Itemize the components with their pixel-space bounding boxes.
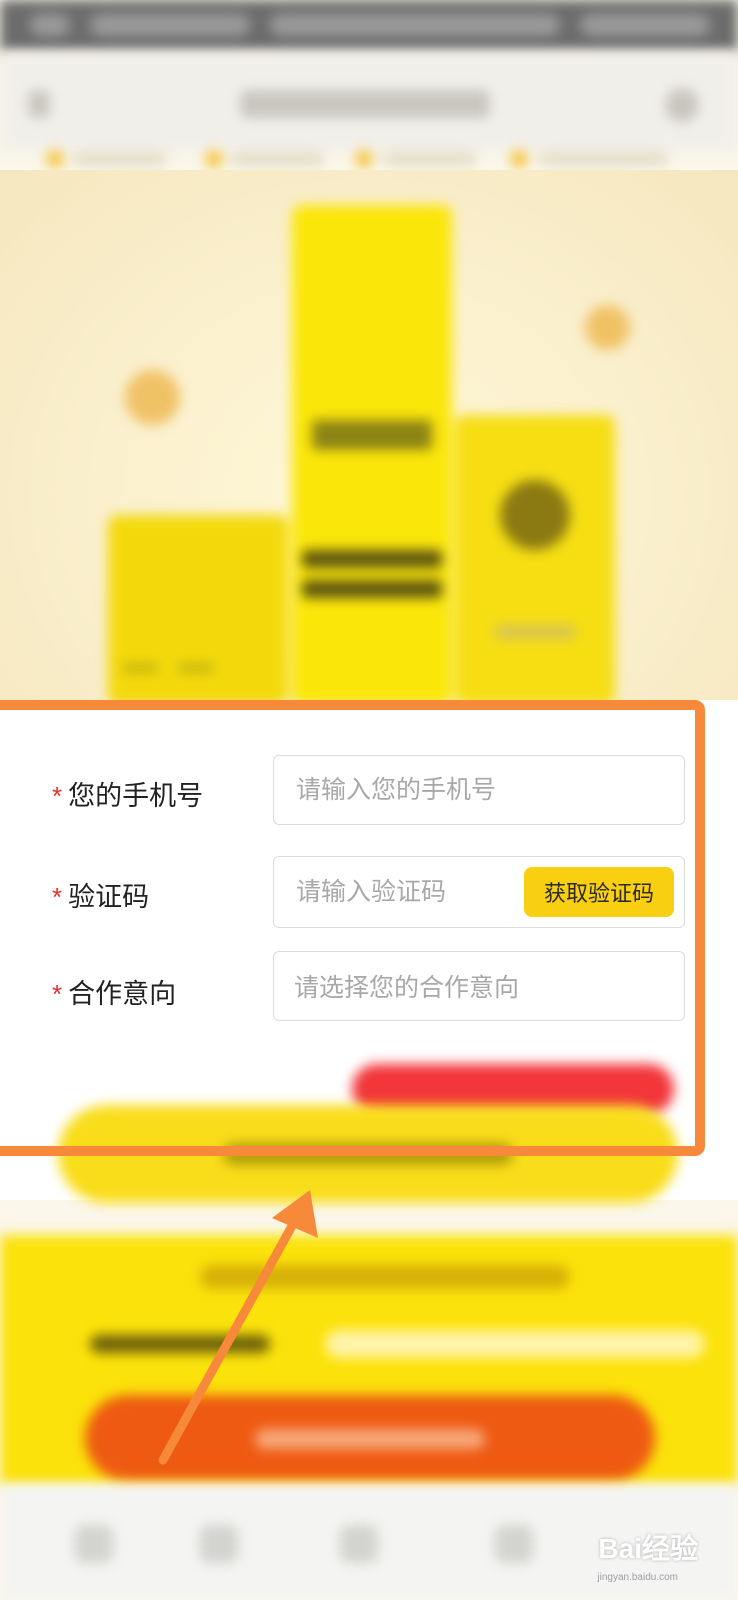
watermark-url: jingyan.baidu.com (597, 1572, 678, 1583)
annotation-arrow-icon (158, 1190, 318, 1465)
watermark-logo: Bai经验 (598, 1533, 698, 1564)
